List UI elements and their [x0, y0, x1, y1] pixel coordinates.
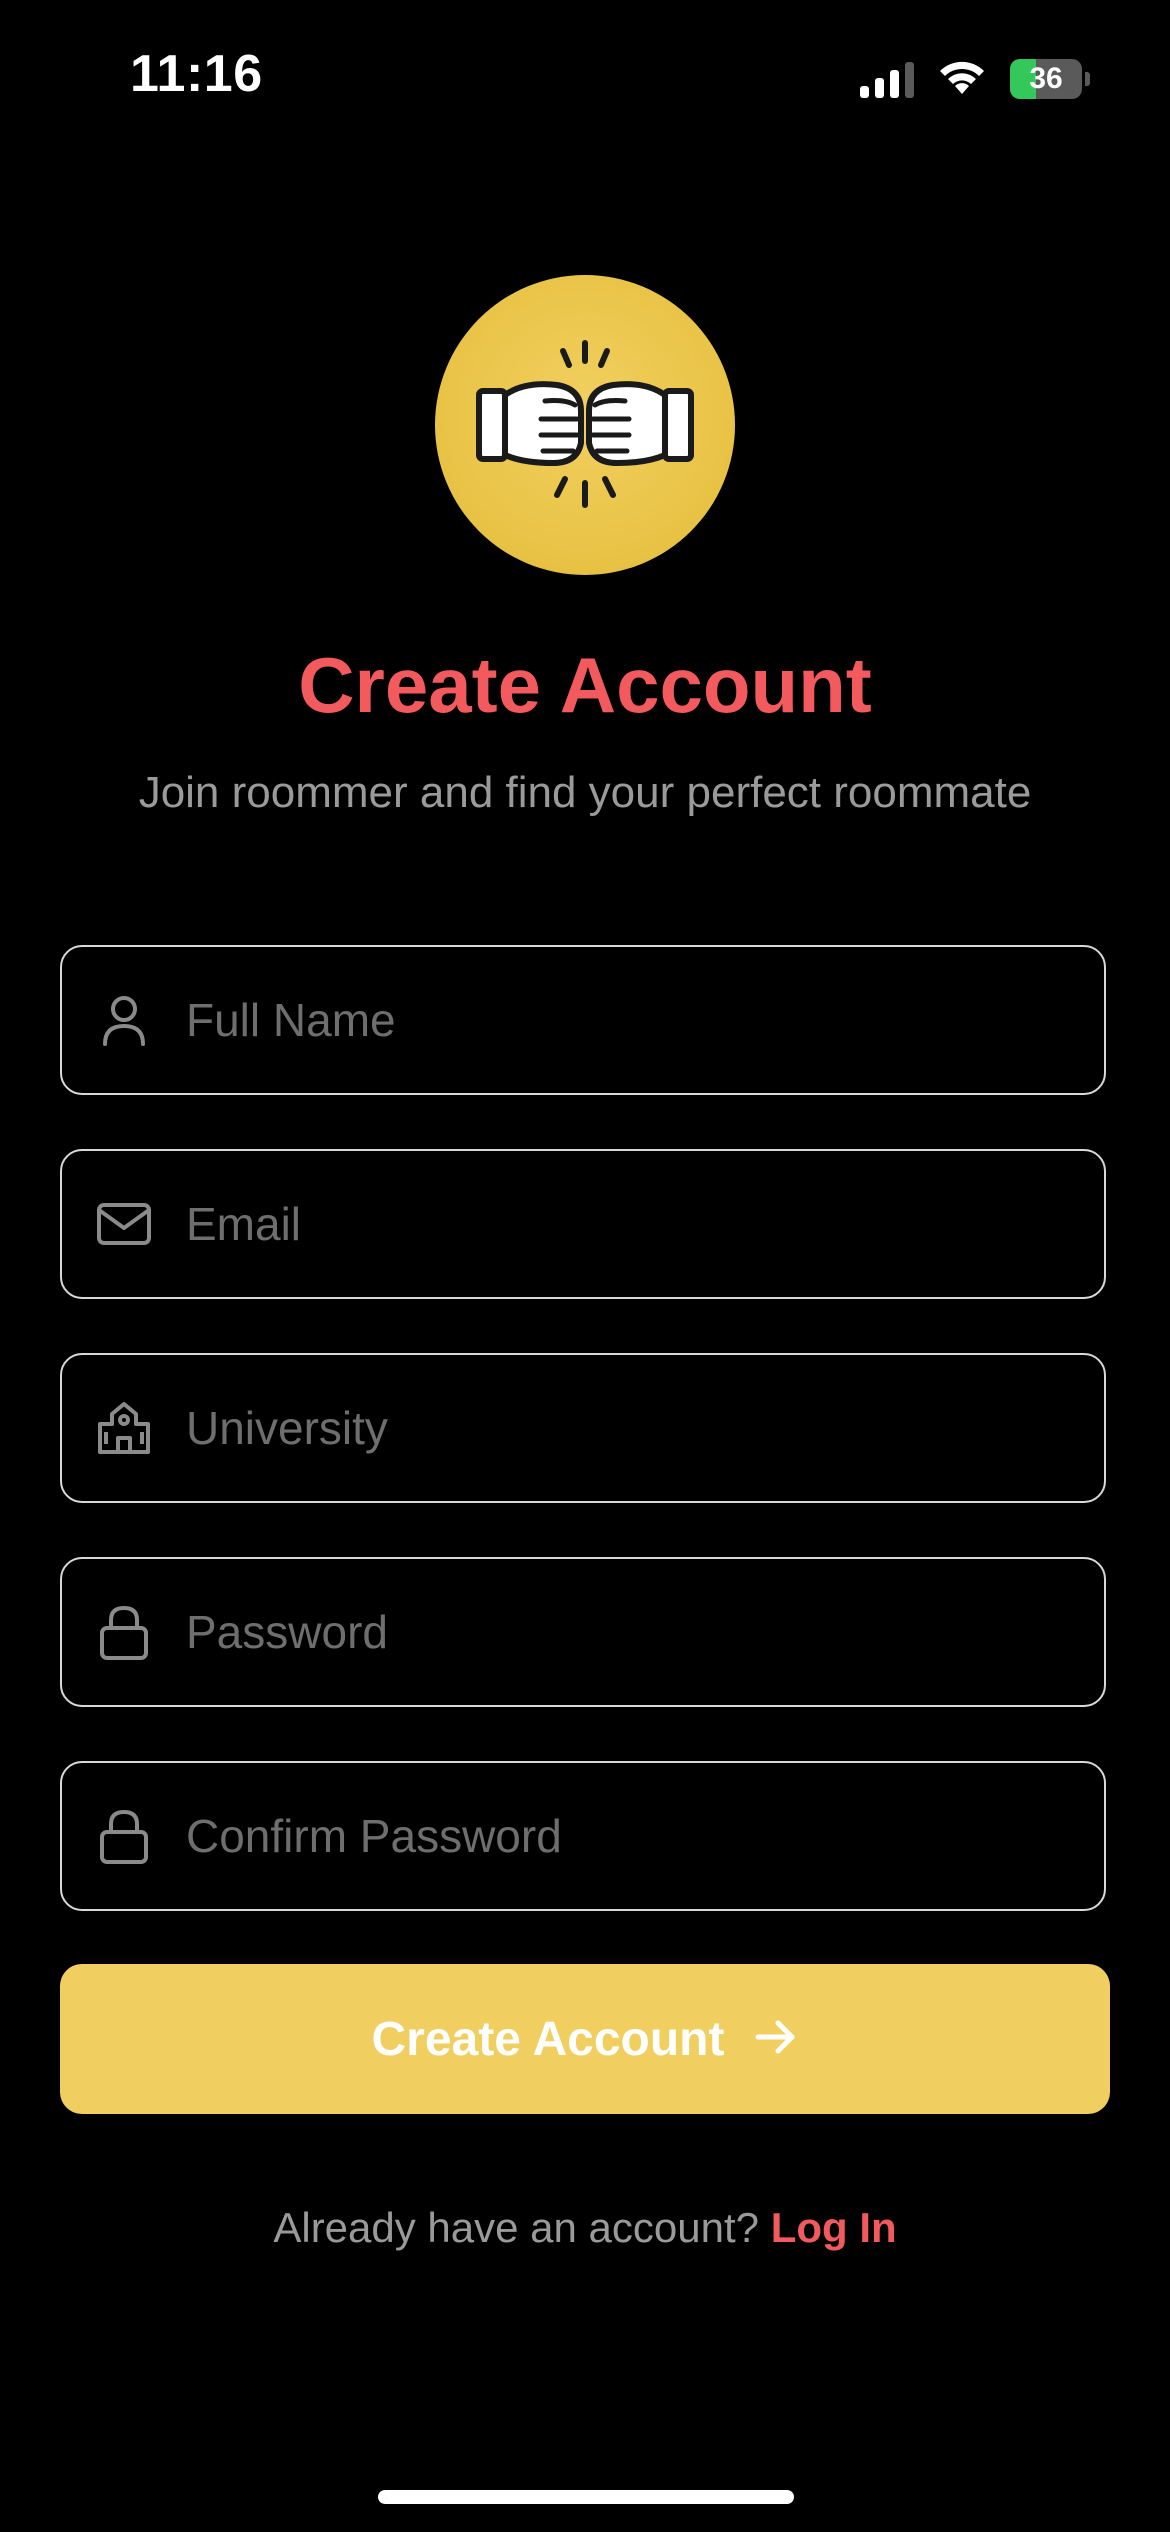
university-field[interactable]: [60, 1353, 1106, 1503]
login-prompt-row: Already have an account? Log In: [0, 2204, 1170, 2252]
create-account-button-label: Create Account: [371, 2012, 725, 2066]
password-field[interactable]: [60, 1557, 1106, 1707]
wifi-icon: [936, 56, 988, 101]
battery-level: 36: [1029, 61, 1063, 95]
lock-icon: [94, 1602, 154, 1662]
password-input[interactable]: [184, 1604, 1074, 1660]
confirm-password-input[interactable]: [184, 1808, 1074, 1864]
status-bar: 11:16 36: [0, 0, 1170, 150]
battery-icon: 36: [1010, 58, 1090, 99]
page-subtitle: Join roommer and find your perfect roomm…: [138, 768, 1032, 817]
status-icons: 36: [860, 56, 1090, 101]
fist-bump-icon: [465, 323, 705, 528]
building-icon: [94, 1398, 154, 1458]
home-indicator[interactable]: [378, 2490, 794, 2504]
full-name-field[interactable]: [60, 945, 1106, 1095]
page-title: Create Account: [298, 641, 872, 729]
arrow-right-icon: [754, 2017, 798, 2062]
login-link[interactable]: Log In: [771, 2204, 897, 2251]
status-time: 11:16: [130, 45, 263, 103]
login-prompt-text: Already have an account?: [273, 2204, 771, 2251]
user-icon: [94, 990, 154, 1050]
confirm-password-field[interactable]: [60, 1761, 1106, 1911]
full-name-input[interactable]: [184, 992, 1074, 1048]
email-input[interactable]: [184, 1196, 1074, 1252]
email-field[interactable]: [60, 1149, 1106, 1299]
app-logo: [435, 275, 735, 575]
university-input[interactable]: [184, 1400, 1074, 1456]
cellular-signal-icon: [860, 60, 914, 98]
mail-icon: [94, 1194, 154, 1254]
lock-icon: [94, 1806, 154, 1866]
create-account-button[interactable]: Create Account: [60, 1964, 1110, 2114]
